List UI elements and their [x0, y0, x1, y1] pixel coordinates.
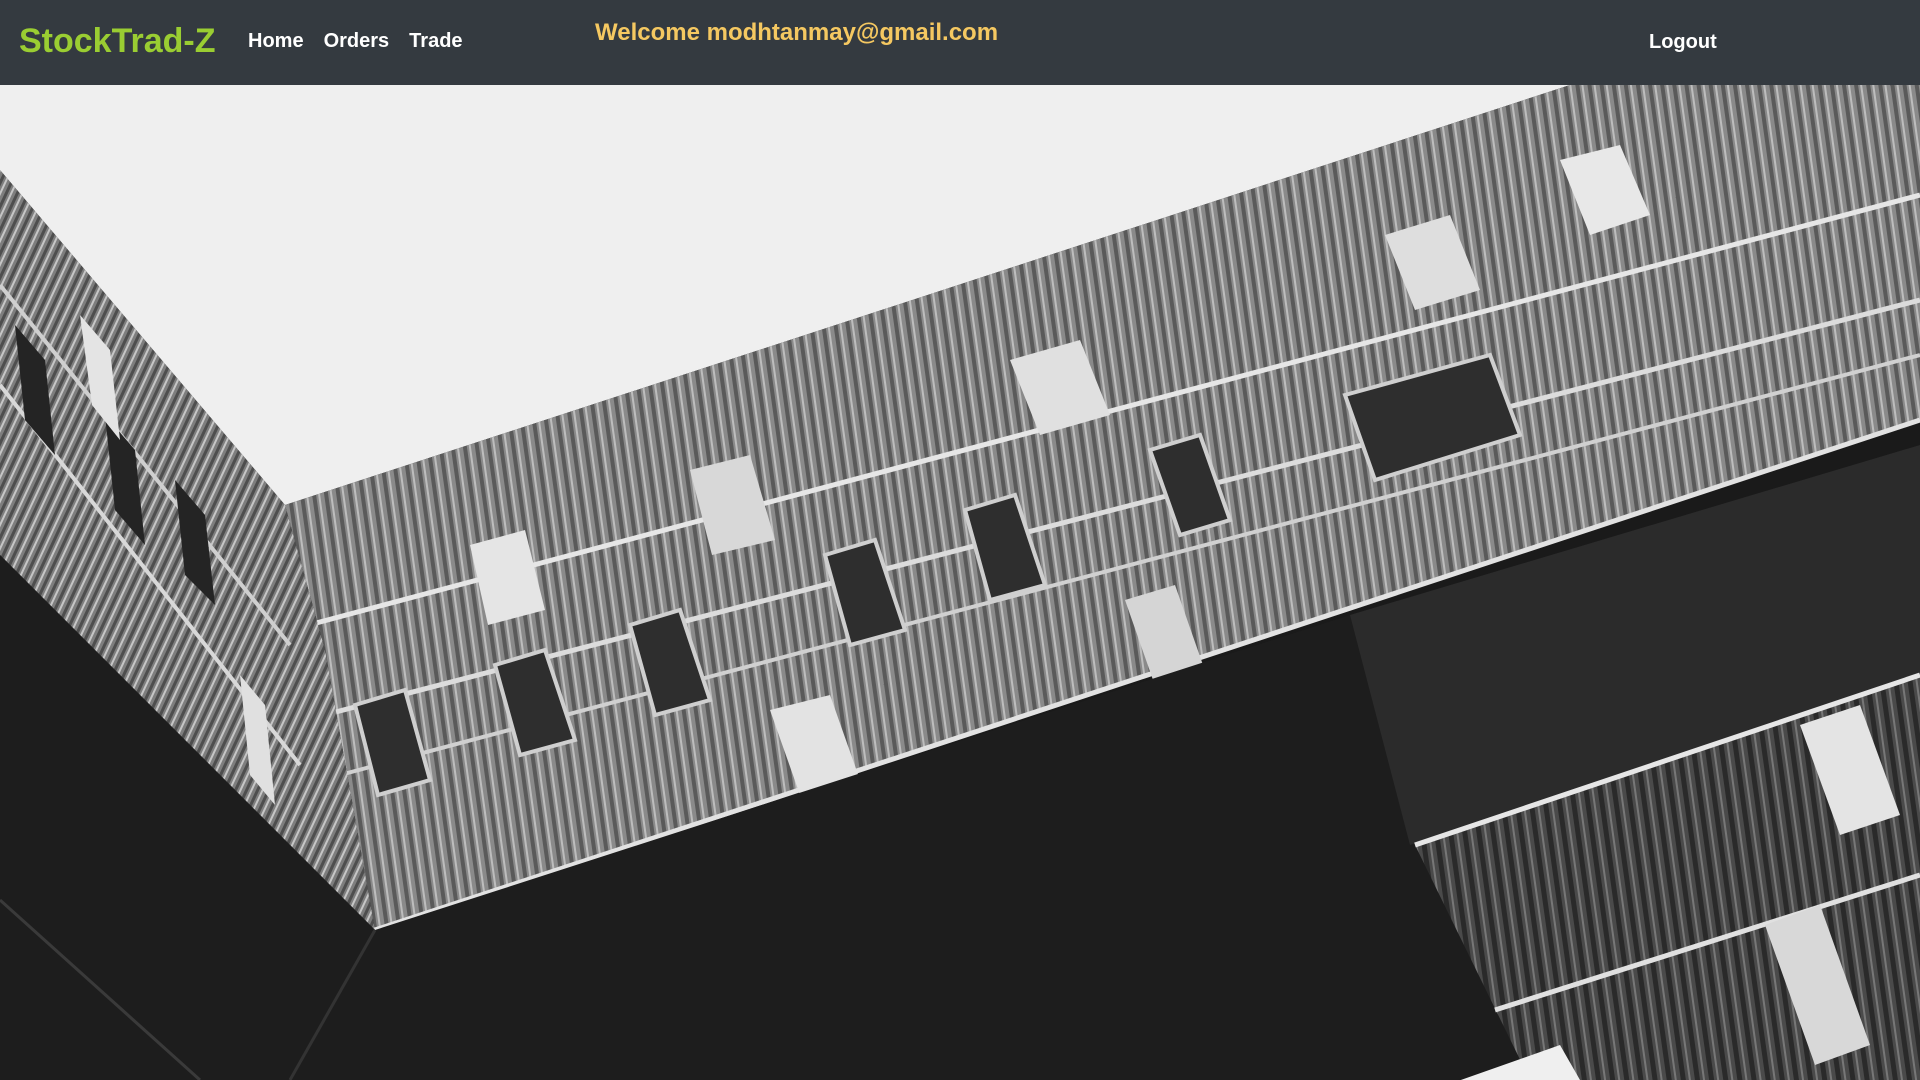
- hero-background-image: [0, 85, 1920, 1080]
- nav-trade-link[interactable]: Trade: [409, 30, 462, 53]
- nav-orders-link[interactable]: Orders: [324, 30, 390, 53]
- building-photo: [0, 85, 1920, 1080]
- welcome-message: Welcome modhtanmay@gmail.com: [595, 19, 999, 46]
- navbar: StockTrad-Z Home Orders Trade Welcome mo…: [0, 0, 1920, 85]
- nav-home-link[interactable]: Home: [248, 30, 304, 53]
- brand-logo[interactable]: StockTrad-Z: [19, 22, 215, 61]
- nav-links: Home Orders Trade: [248, 30, 463, 53]
- logout-button[interactable]: Logout: [1649, 31, 1717, 54]
